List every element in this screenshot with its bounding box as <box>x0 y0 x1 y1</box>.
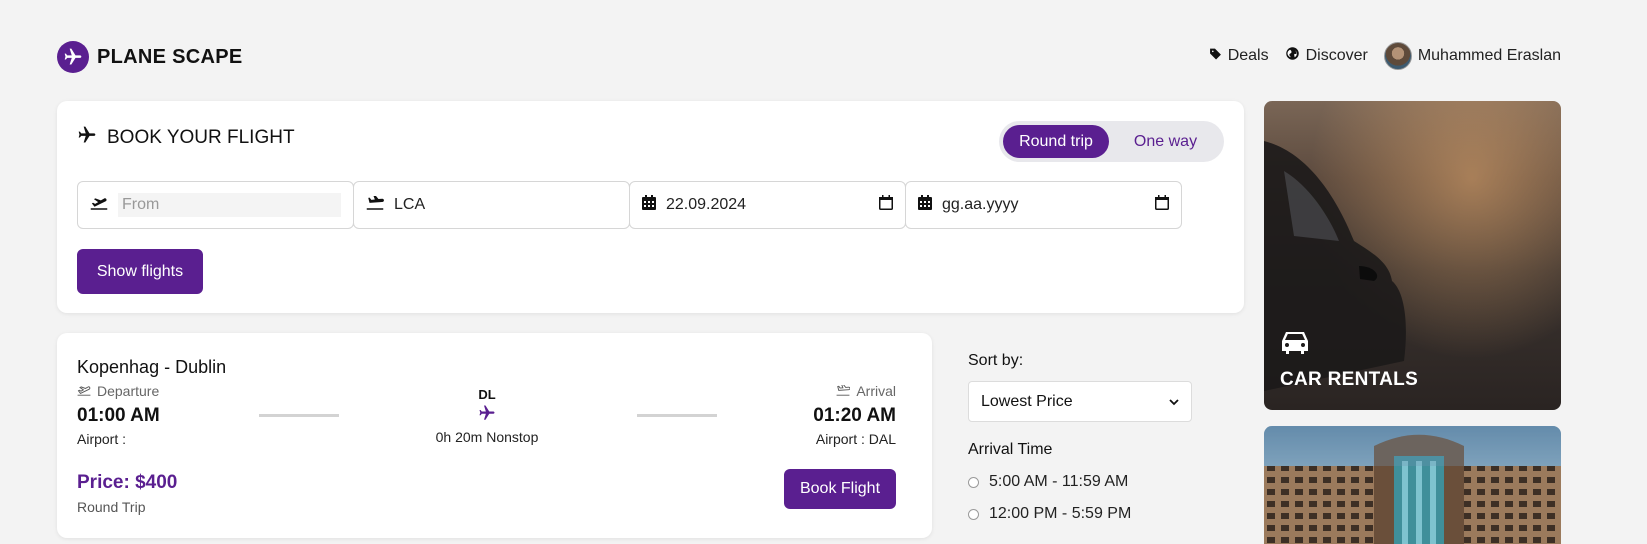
flight-result-card[interactable]: Kopenhag - Dublin Departure 01:00 AM Air… <box>57 333 932 538</box>
flight-path-line <box>637 414 717 417</box>
round-trip-option[interactable]: Round trip <box>1003 125 1109 158</box>
top-navigation: Deals Discover Muhammed Eraslan <box>1209 42 1561 70</box>
departure-time: 01:00 AM <box>77 405 160 426</box>
trip-type-label: Round Trip <box>77 499 146 515</box>
return-date-field[interactable]: gg.aa.yyyy <box>905 181 1182 229</box>
to-field[interactable]: LCA <box>353 181 630 229</box>
sort-label: Sort by: <box>968 352 1024 369</box>
booking-title-text: BOOK YOUR FLIGHT <box>107 127 295 148</box>
show-flights-button[interactable]: Show flights <box>77 249 203 294</box>
book-flight-button[interactable]: Book Flight <box>784 469 896 509</box>
departure-label-text: Departure <box>97 383 160 399</box>
arrival-label: Arrival <box>836 383 896 399</box>
car-icon <box>1280 329 1310 360</box>
sort-value: Lowest Price <box>981 392 1073 410</box>
booking-panel: BOOK YOUR FLIGHT Round trip One way From… <box>57 101 1244 313</box>
from-input[interactable]: From <box>118 193 341 217</box>
nav-discover-label: Discover <box>1305 47 1368 64</box>
return-date-input[interactable]: gg.aa.yyyy <box>942 196 1145 214</box>
arrival-option-afternoon[interactable]: 12:00 PM - 5:59 PM <box>968 505 1131 523</box>
airline-code: DL <box>478 387 496 402</box>
departure-airport: Airport : <box>77 431 127 447</box>
chevron-down-icon <box>1169 393 1179 411</box>
date-picker-icon[interactable] <box>1155 195 1169 215</box>
radio-button[interactable] <box>968 476 979 488</box>
flight-path-line <box>259 414 339 417</box>
departure-label: Departure <box>77 383 159 399</box>
plane-icon <box>387 404 587 427</box>
arrival-option-label: 5:00 AM - 11:59 AM <box>989 473 1129 490</box>
trip-type-toggle: Round trip One way <box>999 121 1224 162</box>
tag-icon <box>1209 47 1222 65</box>
nav-deals[interactable]: Deals <box>1209 47 1269 65</box>
depart-date-input[interactable]: 22.09.2024 <box>666 196 869 214</box>
calendar-icon <box>642 195 656 215</box>
booking-title: BOOK YOUR FLIGHT <box>77 125 295 151</box>
arrival-label-text: Arrival <box>856 383 896 399</box>
avatar <box>1383 42 1412 70</box>
arrival-time-filter-label: Arrival Time <box>968 441 1053 458</box>
sort-select[interactable]: Lowest Price <box>968 381 1192 422</box>
arrival-option-label: 12:00 PM - 5:59 PM <box>989 505 1132 522</box>
arrival-option-morning[interactable]: 5:00 AM - 11:59 AM <box>968 473 1128 491</box>
landing-icon <box>836 383 851 399</box>
user-name: Muhammed Eraslan <box>1417 47 1561 64</box>
flight-price: Price: $400 <box>77 472 178 493</box>
car-rentals-title: CAR RENTALS <box>1280 369 1419 390</box>
to-input[interactable]: LCA <box>394 196 617 214</box>
flight-summary: DL 0h 20m Nonstop <box>387 387 587 445</box>
nav-deals-label: Deals <box>1227 47 1269 64</box>
depart-date-field[interactable]: 22.09.2024 <box>629 181 906 229</box>
takeoff-icon <box>77 383 91 399</box>
brand-name: PLANE SCAPE <box>97 45 243 68</box>
brand-logo[interactable]: PLANE SCAPE <box>57 41 243 73</box>
plane-logo-icon <box>57 41 89 73</box>
user-menu[interactable]: Muhammed Eraslan <box>1383 42 1561 70</box>
car-rentals-promo[interactable]: CAR RENTALS <box>1264 101 1561 410</box>
nav-discover[interactable]: Discover <box>1285 46 1368 66</box>
takeoff-icon <box>90 196 108 215</box>
plane-icon <box>77 125 97 151</box>
flight-route: Kopenhag - Dublin <box>77 357 227 377</box>
radio-button[interactable] <box>968 508 979 520</box>
date-picker-icon[interactable] <box>879 195 893 215</box>
landing-icon <box>366 193 384 215</box>
flight-duration: 0h 20m Nonstop <box>435 429 539 445</box>
globe-icon <box>1285 46 1300 66</box>
arrival-airport: Airport : DAL <box>815 431 896 447</box>
one-way-option[interactable]: One way <box>1113 125 1218 158</box>
calendar-icon <box>918 195 932 215</box>
from-field[interactable]: From <box>77 181 354 229</box>
hotels-promo[interactable] <box>1264 426 1561 544</box>
arrival-time: 01:20 AM <box>813 405 896 426</box>
hotel-image <box>1264 426 1561 544</box>
